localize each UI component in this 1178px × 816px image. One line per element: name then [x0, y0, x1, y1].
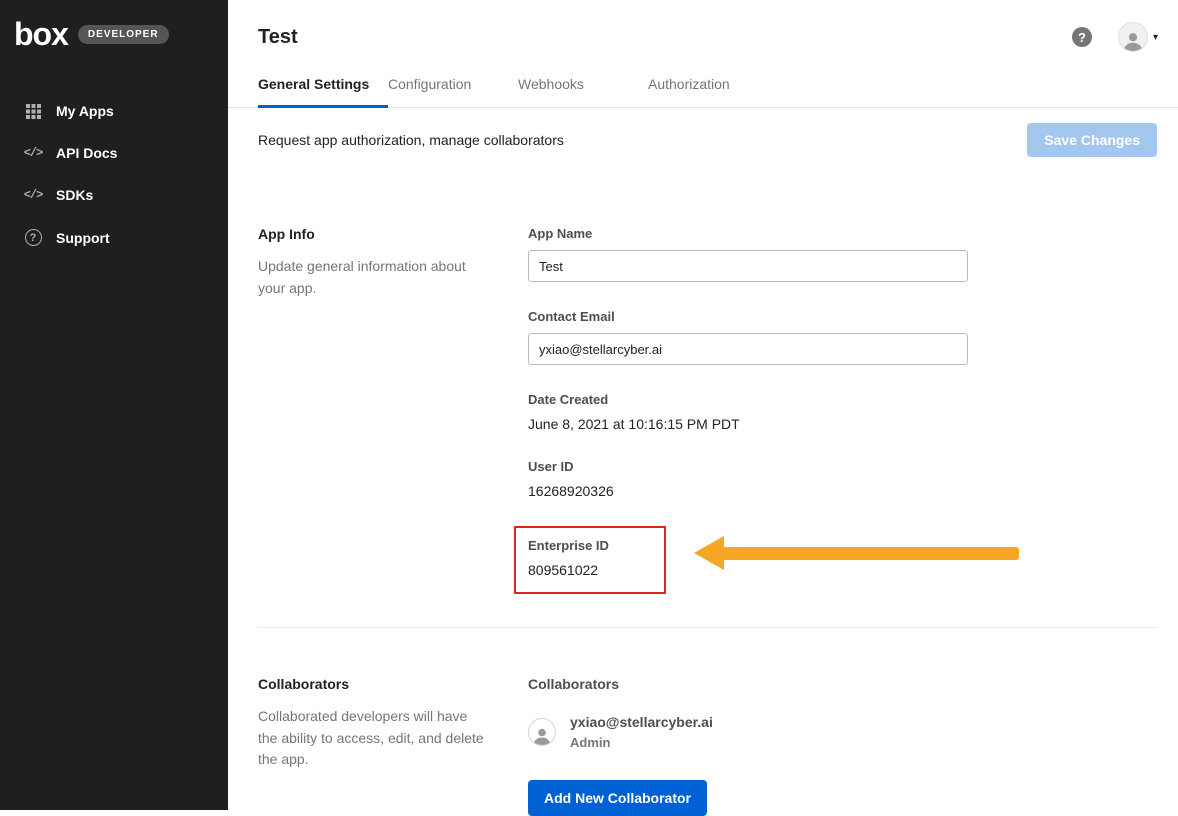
main-content: Test ? ▾ General Settings Configuration … — [228, 0, 1178, 810]
enterprise-id-highlight-box: Enterprise ID 809561022 — [514, 526, 666, 594]
sidebar-item-api-docs[interactable]: </> API Docs — [0, 132, 228, 174]
sidebar-item-label: My Apps — [56, 103, 114, 119]
sidebar-item-label: API Docs — [56, 145, 117, 161]
save-changes-button[interactable]: Save Changes — [1027, 123, 1157, 157]
annotation-arrow-icon — [694, 536, 1019, 570]
code-icon: </> — [24, 188, 42, 202]
contact-email-input[interactable] — [528, 333, 968, 365]
app-info-form: App Name Contact Email Date Created June… — [528, 226, 968, 594]
user-id-value: 16268920326 — [528, 483, 968, 499]
tab-webhooks[interactable]: Webhooks — [518, 68, 648, 107]
date-created-value: June 8, 2021 at 10:16:15 PM PDT — [528, 416, 968, 432]
toolbar: Request app authorization, manage collab… — [228, 108, 1178, 172]
chevron-down-icon: ▾ — [1153, 32, 1158, 43]
user-menu[interactable]: ▾ — [1118, 22, 1158, 52]
main-header: Test ? ▾ — [228, 0, 1178, 68]
code-icon: </> — [24, 146, 42, 160]
section-heading: Collaborators — [258, 676, 488, 692]
contact-email-label: Contact Email — [528, 309, 968, 324]
section-description: Collaborated developers will have the ab… — [258, 706, 488, 771]
collaborators-intro: Collaborators Collaborated developers wi… — [258, 676, 488, 816]
sidebar-item-my-apps[interactable]: My Apps — [0, 90, 228, 132]
tab-authorization[interactable]: Authorization — [648, 68, 730, 107]
collaborator-role: Admin — [570, 735, 713, 750]
box-logo: box — [14, 18, 68, 50]
tab-bar: General Settings Configuration Webhooks … — [228, 68, 1178, 108]
app-name-input[interactable] — [528, 250, 968, 282]
section-divider — [258, 627, 1157, 628]
collaborators-panel: Collaborators yxiao@stellarcyber.ai Admi… — [528, 676, 968, 816]
collaborators-list-label: Collaborators — [528, 676, 968, 692]
developer-badge: DEVELOPER — [78, 25, 169, 44]
app-name-label: App Name — [528, 226, 968, 241]
arrow-bar — [724, 547, 1019, 560]
user-id-label: User ID — [528, 459, 968, 474]
contact-email-field-group: Contact Email — [528, 309, 968, 365]
toolbar-description: Request app authorization, manage collab… — [258, 132, 564, 148]
date-created-field-group: Date Created June 8, 2021 at 10:16:15 PM… — [528, 392, 968, 432]
app-info-section: App Info Update general information abou… — [228, 226, 1178, 594]
app-name-field-group: App Name — [528, 226, 968, 282]
list-item: yxiao@stellarcyber.ai Admin — [528, 714, 968, 750]
help-icon[interactable]: ? — [1072, 27, 1092, 47]
collaborators-section: Collaborators Collaborated developers wi… — [228, 676, 1178, 816]
sidebar-item-sdks[interactable]: </> SDKs — [0, 174, 228, 216]
section-heading: App Info — [258, 226, 488, 242]
arrow-head — [694, 536, 724, 570]
tab-configuration[interactable]: Configuration — [388, 68, 518, 107]
enterprise-id-value: 809561022 — [528, 562, 664, 578]
grid-icon — [24, 104, 42, 119]
collaborator-avatar — [528, 718, 556, 746]
collaborator-email: yxiao@stellarcyber.ai — [570, 714, 713, 730]
tab-general-settings[interactable]: General Settings — [258, 68, 388, 108]
app-info-intro: App Info Update general information abou… — [258, 226, 488, 594]
sidebar-item-support[interactable]: ? Support — [0, 216, 228, 259]
avatar — [1118, 22, 1148, 52]
enterprise-id-label: Enterprise ID — [528, 538, 664, 553]
add-new-collaborator-button[interactable]: Add New Collaborator — [528, 780, 707, 816]
collaborator-info: yxiao@stellarcyber.ai Admin — [570, 714, 713, 750]
sidebar-item-label: SDKs — [56, 187, 93, 203]
date-created-label: Date Created — [528, 392, 968, 407]
sidebar-item-label: Support — [56, 230, 110, 246]
enterprise-id-field-group: Enterprise ID 809561022 — [528, 526, 968, 594]
page-title: Test — [258, 26, 298, 49]
question-circle-icon: ? — [24, 229, 42, 246]
sidebar: box DEVELOPER My Apps </> API Docs </> — [0, 0, 228, 810]
header-actions: ? ▾ — [1072, 22, 1158, 52]
logo-row: box DEVELOPER — [0, 0, 228, 64]
section-description: Update general information about your ap… — [258, 256, 488, 299]
user-id-field-group: User ID 16268920326 — [528, 459, 968, 499]
sidebar-nav: My Apps </> API Docs </> SDKs ? Support — [0, 90, 228, 259]
